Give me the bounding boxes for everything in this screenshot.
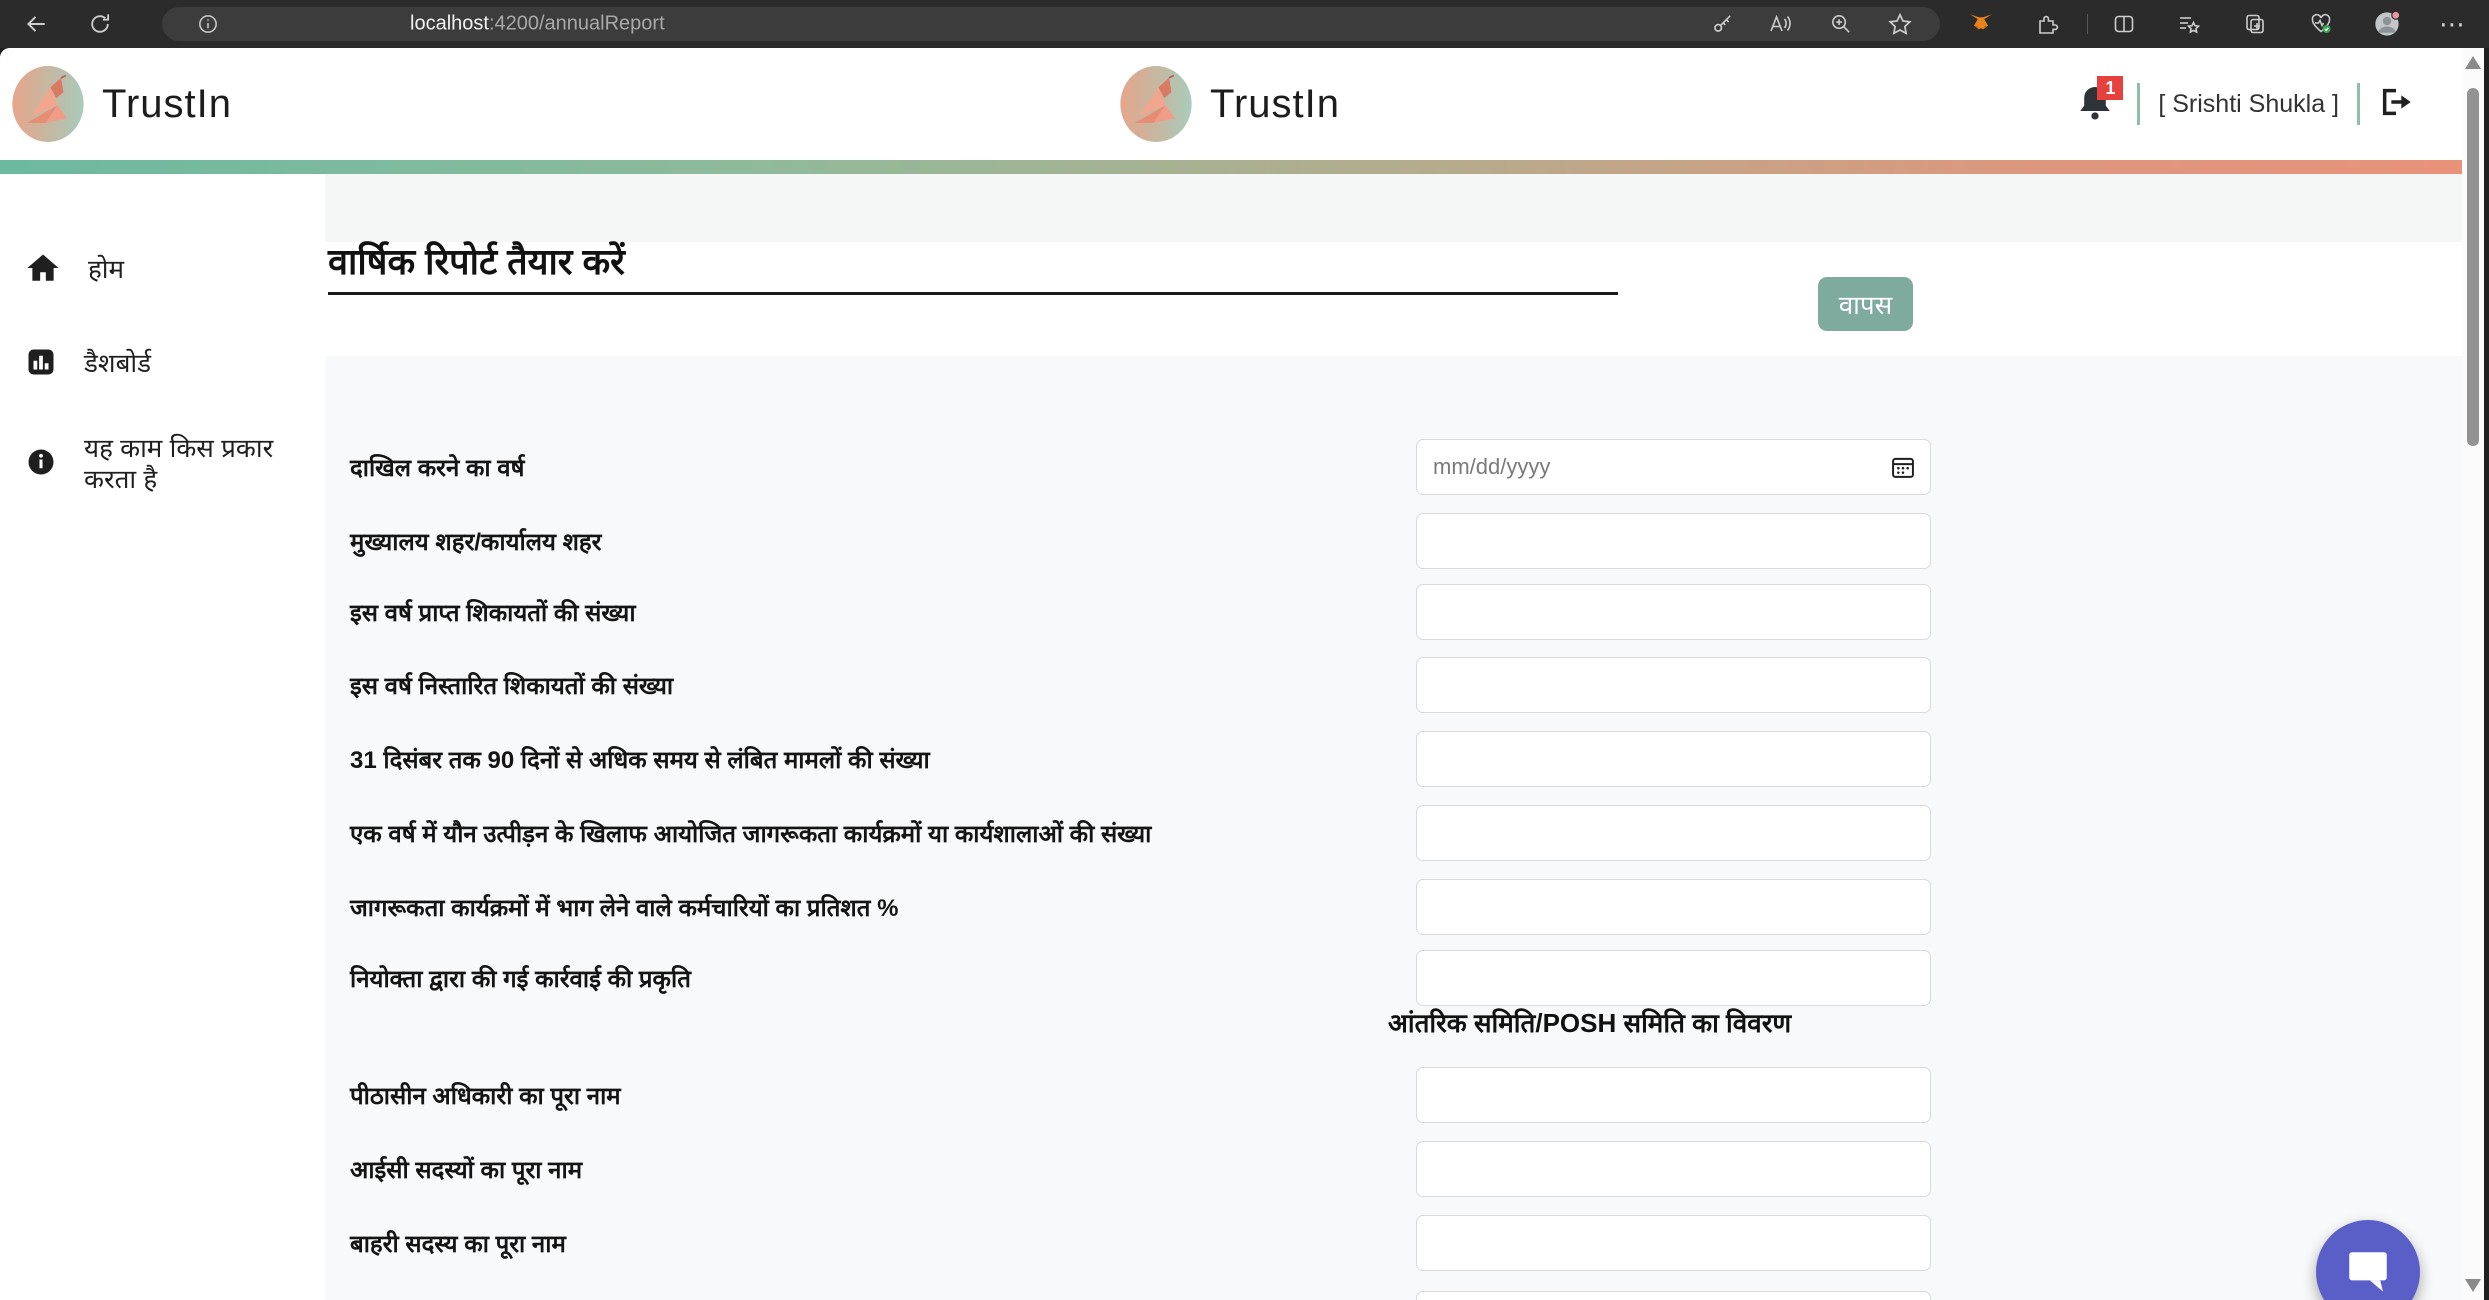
trustin-logo-icon: [10, 64, 86, 144]
page-title: वार्षिक रिपोर्ट तैयार करें: [328, 236, 625, 285]
form-row: एक वर्ष में यौन उत्पीड़न के खिलाफ आयोजित…: [350, 805, 1940, 861]
info-icon: [26, 447, 56, 482]
brand-name-center: TrustIn: [1210, 82, 1340, 127]
title-underline: [328, 292, 1618, 295]
ic-members-input[interactable]: [1416, 1141, 1931, 1197]
favorite-star-icon[interactable]: [1888, 12, 1912, 36]
employer-action-input[interactable]: [1416, 950, 1931, 1006]
sidebar-item-dashboard[interactable]: डैशबोर्ड: [0, 342, 325, 386]
form-row: जागरूकता कार्यक्रमों में भाग लेने वाले क…: [350, 879, 1940, 935]
trustin-logo-center-icon: [1118, 64, 1194, 144]
notification-bell-icon[interactable]: 1: [2077, 82, 2119, 126]
awareness-programs-input[interactable]: [1416, 805, 1931, 861]
complaints-resolved-input[interactable]: [1416, 657, 1931, 713]
url-path: :4200/annualReport: [489, 13, 665, 35]
field-label: दाखिल करने का वर्ष: [350, 439, 525, 495]
form-row: इस वर्ष निस्तारित शिकायतों की संख्या: [350, 657, 1940, 713]
form-row: हस्ताक्षरकर्ता का पूरा नाम (यदि मानव संस…: [350, 1291, 1940, 1300]
address-bar[interactable]: localhost:4200/annualReport: [162, 7, 1940, 41]
external-member-input[interactable]: [1416, 1215, 1931, 1271]
site-info-icon[interactable]: [197, 13, 220, 36]
field-label: एक वर्ष में यौन उत्पीड़न के खिलाफ आयोजित…: [350, 805, 1151, 861]
field-label: नियोक्ता द्वारा की गई कार्रवाई की प्रकृत…: [350, 950, 691, 1006]
user-area: 1 [ Srishti Shukla ]: [2077, 78, 2414, 130]
web-page: TrustIn TrustIn: [0, 48, 2484, 1300]
brand-left: TrustIn: [10, 64, 232, 144]
hq-city-input[interactable]: [1416, 513, 1931, 569]
brand-name: TrustIn: [102, 82, 232, 127]
home-icon: [26, 252, 60, 289]
header-divider: [2357, 83, 2360, 125]
sidebar: होम डैशबोर्ड यह काम किस प्रकार करता है: [0, 174, 325, 1300]
presiding-officer-input[interactable]: [1416, 1067, 1931, 1123]
calendar-icon[interactable]: [1889, 453, 1917, 486]
logout-icon[interactable]: [2378, 86, 2414, 123]
back-icon[interactable]: [23, 11, 49, 37]
app-header: TrustIn TrustIn: [0, 48, 2484, 160]
form-row: मुख्यालय शहर/कार्यालय शहर: [350, 513, 1940, 569]
more-menu-icon[interactable]: ⋯: [2439, 11, 2465, 37]
collections-add-icon[interactable]: [2243, 12, 2267, 36]
chat-bubble-icon: [2338, 1241, 2398, 1300]
extensions-icon[interactable]: [2035, 12, 2059, 36]
title-band: [325, 242, 2464, 356]
form-row: पीठासीन अधिकारी का पूरा नाम: [350, 1067, 1940, 1123]
browser-toolbar: localhost:4200/annualReport: [0, 0, 2489, 48]
field-label: आईसी सदस्यों का पूरा नाम: [350, 1141, 582, 1197]
url-text[interactable]: localhost:4200/annualReport: [410, 13, 665, 36]
page-scrollbar[interactable]: [2462, 48, 2484, 1300]
sidebar-item-how-it-works[interactable]: यह काम किस प्रकार करता है: [0, 426, 325, 502]
dashboard-icon: [26, 347, 56, 382]
field-label: पीठासीन अधिकारी का पूरा नाम: [350, 1067, 621, 1123]
top-strip: [325, 174, 2464, 242]
field-label: इस वर्ष प्राप्त शिकायतों की संख्या: [350, 584, 636, 640]
sidebar-item-label: डैशबोर्ड: [84, 348, 151, 379]
password-key-icon[interactable]: [1712, 13, 1735, 36]
scroll-down-arrow-icon[interactable]: [2465, 1279, 2481, 1292]
form-row: दाखिल करने का वर्ष: [350, 439, 1940, 495]
screen: localhost:4200/annualReport: [0, 0, 2489, 1300]
window-edge: [2484, 48, 2489, 1300]
field-label: 31 दिसंबर तक 90 दिनों से अधिक समय से लंब…: [350, 731, 930, 787]
section-header: आंतरिक समिति/POSH समिति का विवरण: [1388, 1004, 1791, 1040]
refresh-icon[interactable]: [88, 12, 113, 37]
form-row: 31 दिसंबर तक 90 दिनों से अधिक समय से लंब…: [350, 731, 1940, 787]
field-label: जागरूकता कार्यक्रमों में भाग लेने वाले क…: [350, 879, 898, 935]
form-row: बाहरी सदस्य का पूरा नाम: [350, 1215, 1940, 1271]
browser-essentials-icon[interactable]: [2309, 12, 2333, 36]
notification-badge: 1: [2097, 76, 2123, 100]
form-row: नियोक्ता द्वारा की गई कार्रवाई की प्रकृत…: [350, 950, 1940, 1006]
scroll-up-arrow-icon[interactable]: [2465, 56, 2481, 69]
user-name: [ Srishti Shukla ]: [2158, 90, 2339, 119]
scrollbar-thumb[interactable]: [2467, 88, 2479, 446]
favorites-list-icon[interactable]: [2177, 12, 2201, 36]
field-label: हस्ताक्षरकर्ता का पूरा नाम (यदि मानव संस…: [350, 1291, 1205, 1300]
field-label: बाहरी सदस्य का पूरा नाम: [350, 1215, 566, 1271]
form-row: इस वर्ष प्राप्त शिकायतों की संख्या: [350, 584, 1940, 640]
profile-avatar-icon[interactable]: [2373, 10, 2401, 38]
url-host: localhost: [410, 13, 489, 35]
filing-year-date-input[interactable]: [1416, 439, 1931, 495]
header-divider: [2137, 83, 2140, 125]
split-screen-icon[interactable]: [2112, 12, 2136, 36]
back-button[interactable]: वापस: [1818, 277, 1913, 331]
field-label: इस वर्ष निस्तारित शिकायतों की संख्या: [350, 657, 673, 713]
participation-percent-input[interactable]: [1416, 879, 1931, 935]
form-row: आईसी सदस्यों का पूरा नाम: [350, 1141, 1940, 1197]
read-aloud-icon[interactable]: [1768, 12, 1792, 36]
zoom-in-icon[interactable]: [1830, 13, 1853, 36]
sidebar-item-label: यह काम किस प्रकार करता है: [84, 433, 302, 495]
header-gradient-bar: [0, 160, 2484, 174]
signatory-name-input[interactable]: [1416, 1291, 1931, 1300]
sidebar-item-label: होम: [88, 254, 124, 285]
field-label: मुख्यालय शहर/कार्यालय शहर: [350, 513, 601, 569]
main-content: वार्षिक रिपोर्ट तैयार करें वापस दाखिल कर…: [325, 174, 2464, 1300]
complaints-received-input[interactable]: [1416, 584, 1931, 640]
pending-90days-input[interactable]: [1416, 731, 1931, 787]
toolbar-divider: [2087, 14, 2088, 34]
sidebar-item-home[interactable]: होम: [0, 248, 325, 292]
brand-center: TrustIn: [1118, 64, 1340, 144]
metamask-fox-icon[interactable]: [1968, 11, 1994, 37]
